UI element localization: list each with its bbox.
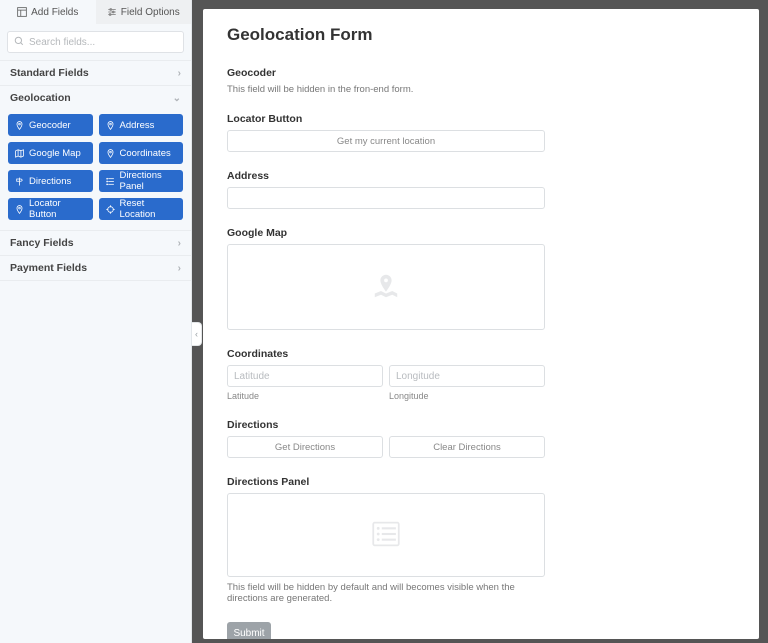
field-hint: This field will be hidden by default and… <box>227 582 545 604</box>
field-block-locator: Locator Button Get my current location <box>227 113 545 152</box>
field-google-map[interactable]: Google Map <box>8 142 93 164</box>
section-label: Standard Fields <box>10 67 89 79</box>
longitude-input[interactable] <box>389 365 545 387</box>
chevron-right-icon: › <box>178 238 181 249</box>
field-label: Address <box>120 120 155 131</box>
tab-add-fields[interactable]: Add Fields <box>0 0 96 24</box>
address-input[interactable] <box>227 187 545 209</box>
field-block-coordinates: Coordinates Latitude Longitude <box>227 348 545 401</box>
section-fancy-fields[interactable]: Fancy Fields › <box>0 230 191 255</box>
pin-icon <box>106 149 115 158</box>
field-reset-location[interactable]: Reset Location <box>99 198 184 220</box>
section-standard-fields[interactable]: Standard Fields › <box>0 60 191 85</box>
section-payment-fields[interactable]: Payment Fields › <box>0 255 191 281</box>
button-label: Submit <box>233 628 264 639</box>
field-label: Directions Panel <box>120 170 177 192</box>
field-label: Google Map <box>29 148 81 159</box>
field-coordinates[interactable]: Coordinates <box>99 142 184 164</box>
latitude-sublabel: Latitude <box>227 391 383 401</box>
directions-panel-placeholder <box>227 493 545 577</box>
field-block-geocoder: Geocoder This field will be hidden in th… <box>227 67 545 95</box>
chevron-right-icon: › <box>178 263 181 274</box>
section-label: Fancy Fields <box>10 237 74 249</box>
field-label: Address <box>227 170 545 182</box>
field-block-directions-panel: Directions Panel This field will be hidd… <box>227 476 545 604</box>
sidebar-collapse-handle[interactable]: ‹ <box>192 322 202 346</box>
get-directions-button[interactable]: Get Directions <box>227 436 383 458</box>
field-label: Geocoder <box>29 120 71 131</box>
signpost-icon <box>15 177 24 186</box>
field-address[interactable]: Address <box>99 114 184 136</box>
crosshair-icon <box>106 205 115 214</box>
section-label: Geolocation <box>10 92 71 104</box>
list-icon <box>106 177 115 186</box>
field-label: Coordinates <box>120 148 171 159</box>
field-directions-panel[interactable]: Directions Panel <box>99 170 184 192</box>
search-input-wrap[interactable] <box>7 31 184 53</box>
map-pin-icon <box>371 271 401 304</box>
field-geocoder[interactable]: Geocoder <box>8 114 93 136</box>
section-geolocation[interactable]: Geolocation ⌄ <box>0 85 191 110</box>
field-locator-button[interactable]: Locator Button <box>8 198 93 220</box>
field-label: Coordinates <box>227 348 545 360</box>
field-block-map: Google Map <box>227 227 545 330</box>
map-placeholder[interactable] <box>227 244 545 330</box>
field-label: Locator Button <box>227 113 545 125</box>
field-block-address: Address <box>227 170 545 209</box>
geolocation-fields-grid: Geocoder Address Google Map Coordinates … <box>0 110 191 230</box>
field-block-directions: Directions Get Directions Clear Directio… <box>227 419 545 458</box>
get-location-button[interactable]: Get my current location <box>227 130 545 152</box>
layout-icon <box>17 7 27 17</box>
search-input[interactable] <box>29 37 177 48</box>
chevron-right-icon: › <box>178 68 181 79</box>
submit-button[interactable]: Submit <box>227 622 271 639</box>
search-icon <box>14 36 24 49</box>
button-label: Get my current location <box>337 136 435 147</box>
field-label: Locator Button <box>29 198 86 220</box>
field-label: Directions Panel <box>227 476 545 488</box>
sliders-icon <box>107 7 117 17</box>
field-label: Geocoder <box>227 67 545 79</box>
field-label: Reset Location <box>120 198 177 220</box>
clear-directions-button[interactable]: Clear Directions <box>389 436 545 458</box>
section-label: Payment Fields <box>10 262 87 274</box>
field-hint: This field will be hidden in the fron-en… <box>227 84 545 95</box>
pin-icon <box>15 205 24 214</box>
pin-icon <box>15 121 24 130</box>
list-icon <box>369 517 403 554</box>
field-label: Directions <box>29 176 71 187</box>
tab-label: Add Fields <box>31 7 78 18</box>
field-label: Google Map <box>227 227 545 239</box>
button-label: Clear Directions <box>433 442 501 453</box>
form-title: Geolocation Form <box>227 25 735 45</box>
button-label: Get Directions <box>275 442 335 453</box>
map-icon <box>15 149 24 158</box>
pin-icon <box>106 121 115 130</box>
form-canvas: Geolocation Form Geocoder This field wil… <box>203 9 759 639</box>
tab-label: Field Options <box>121 7 180 18</box>
field-directions[interactable]: Directions <box>8 170 93 192</box>
tab-field-options[interactable]: Field Options <box>96 0 192 24</box>
latitude-input[interactable] <box>227 365 383 387</box>
field-label: Directions <box>227 419 545 431</box>
sidebar-tabs: Add Fields Field Options <box>0 0 191 24</box>
chevron-down-icon: ⌄ <box>173 93 181 104</box>
sidebar: Add Fields Field Options Standard Fields… <box>0 0 192 643</box>
longitude-sublabel: Longitude <box>389 391 545 401</box>
